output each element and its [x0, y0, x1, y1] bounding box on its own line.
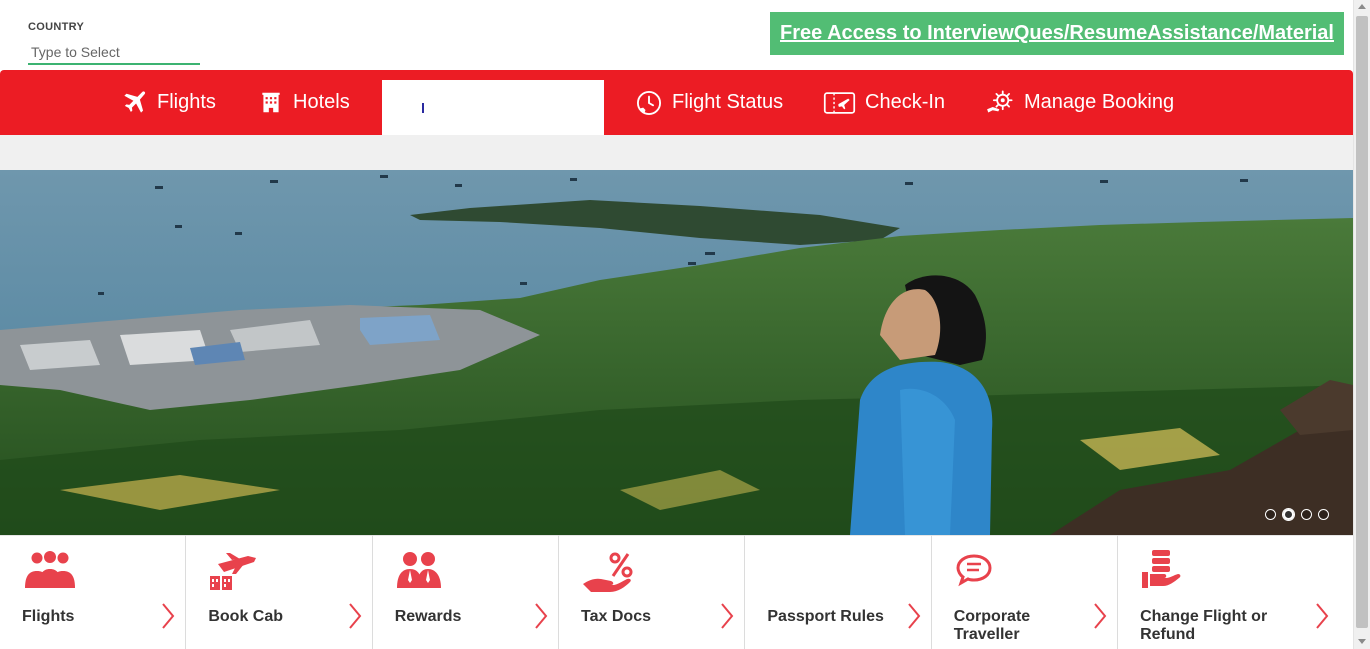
page: COUNTRY Free Access to InterviewQues/Res… [0, 0, 1353, 649]
nav-flight-status-label: Flight Status [672, 91, 784, 113]
chevron-right-icon [1094, 603, 1107, 629]
service-flights-label: Flights [22, 608, 75, 625]
service-tax-docs[interactable]: Tax Docs [559, 535, 746, 649]
service-corporate-traveller[interactable]: Corporate Traveller [931, 535, 1119, 649]
nav-flights[interactable]: Flights [121, 70, 216, 135]
main-nav: Flights Hotels Flight Status Check-In Ma… [0, 70, 1353, 135]
percent-hand-icon [583, 552, 633, 592]
group-icon [25, 551, 75, 588]
country-label: COUNTRY [28, 21, 85, 33]
chevron-right-icon [348, 603, 361, 629]
people-icon [396, 552, 441, 588]
nav-check-in[interactable]: Check-In [823, 70, 945, 135]
promo-banner: Free Access to InterviewQues/ResumeAssis… [770, 12, 1344, 55]
service-tax-docs-label: Tax Docs [581, 608, 651, 625]
nav-check-in-label: Check-In [865, 91, 946, 113]
chevron-right-icon [1316, 603, 1329, 629]
chat-bubble-icon [956, 554, 992, 587]
ticket-icon [823, 91, 856, 114]
chevron-right-icon [535, 603, 548, 629]
service-rewards[interactable]: Rewards [372, 535, 560, 649]
chevron-right-icon [162, 603, 175, 629]
nav-flight-status[interactable]: Flight Status [635, 70, 783, 135]
nav-manage-booking-label: Manage Booking [1024, 91, 1175, 113]
cab-plane-icon [210, 553, 257, 590]
text-caret [422, 103, 424, 113]
vertical-scrollbar[interactable] [1353, 0, 1370, 649]
service-passport-rules[interactable]: Passport Rules [745, 535, 932, 649]
clock-plane-icon [636, 90, 662, 115]
scroll-thumb[interactable] [1356, 16, 1368, 628]
service-book-cab[interactable]: Book Cab [186, 535, 373, 649]
nav-hotels-label: Hotels [293, 91, 350, 113]
nav-manage-booking[interactable]: Manage Booking [986, 70, 1174, 135]
service-change-flight-refund[interactable]: Change Flight or Refund [1118, 535, 1353, 649]
carousel-dot-2[interactable] [1282, 508, 1295, 521]
nav-active-tab[interactable] [382, 80, 604, 135]
gear-hand-icon [987, 90, 1013, 113]
hotel-icon [262, 92, 280, 113]
service-change-flight-refund-label: Change Flight or Refund [1140, 608, 1268, 643]
chevron-right-icon [907, 603, 921, 629]
service-rewards-label: Rewards [394, 608, 462, 625]
scroll-up-arrow-icon[interactable] [1358, 4, 1366, 9]
carousel-dot-3[interactable] [1301, 509, 1312, 520]
nav-hotels[interactable]: Hotels [258, 70, 350, 135]
carousel-dots [1265, 508, 1329, 521]
hero-carousel[interactable] [0, 170, 1353, 535]
service-flights[interactable]: Flights [0, 535, 187, 649]
gray-strip [0, 135, 1353, 170]
airplane-icon [124, 91, 146, 113]
hero-image [0, 170, 1353, 535]
carousel-dot-4[interactable] [1318, 509, 1329, 520]
carousel-dot-1[interactable] [1265, 509, 1276, 520]
service-corporate-traveller-label: Corporate Traveller [953, 608, 1031, 643]
nav-flights-label: Flights [157, 91, 216, 113]
promo-link[interactable]: Free Access to InterviewQues/ResumeAssis… [780, 22, 1334, 45]
chevron-right-icon [721, 603, 734, 629]
service-book-cab-label: Book Cab [208, 608, 284, 625]
services-row: Flights Book Cab Rewards Tax Docs Passpo… [0, 535, 1353, 649]
money-hand-icon [1142, 550, 1181, 588]
scroll-down-arrow-icon[interactable] [1358, 639, 1366, 644]
service-passport-rules-label: Passport Rules [767, 608, 884, 625]
country-input[interactable] [28, 41, 200, 65]
